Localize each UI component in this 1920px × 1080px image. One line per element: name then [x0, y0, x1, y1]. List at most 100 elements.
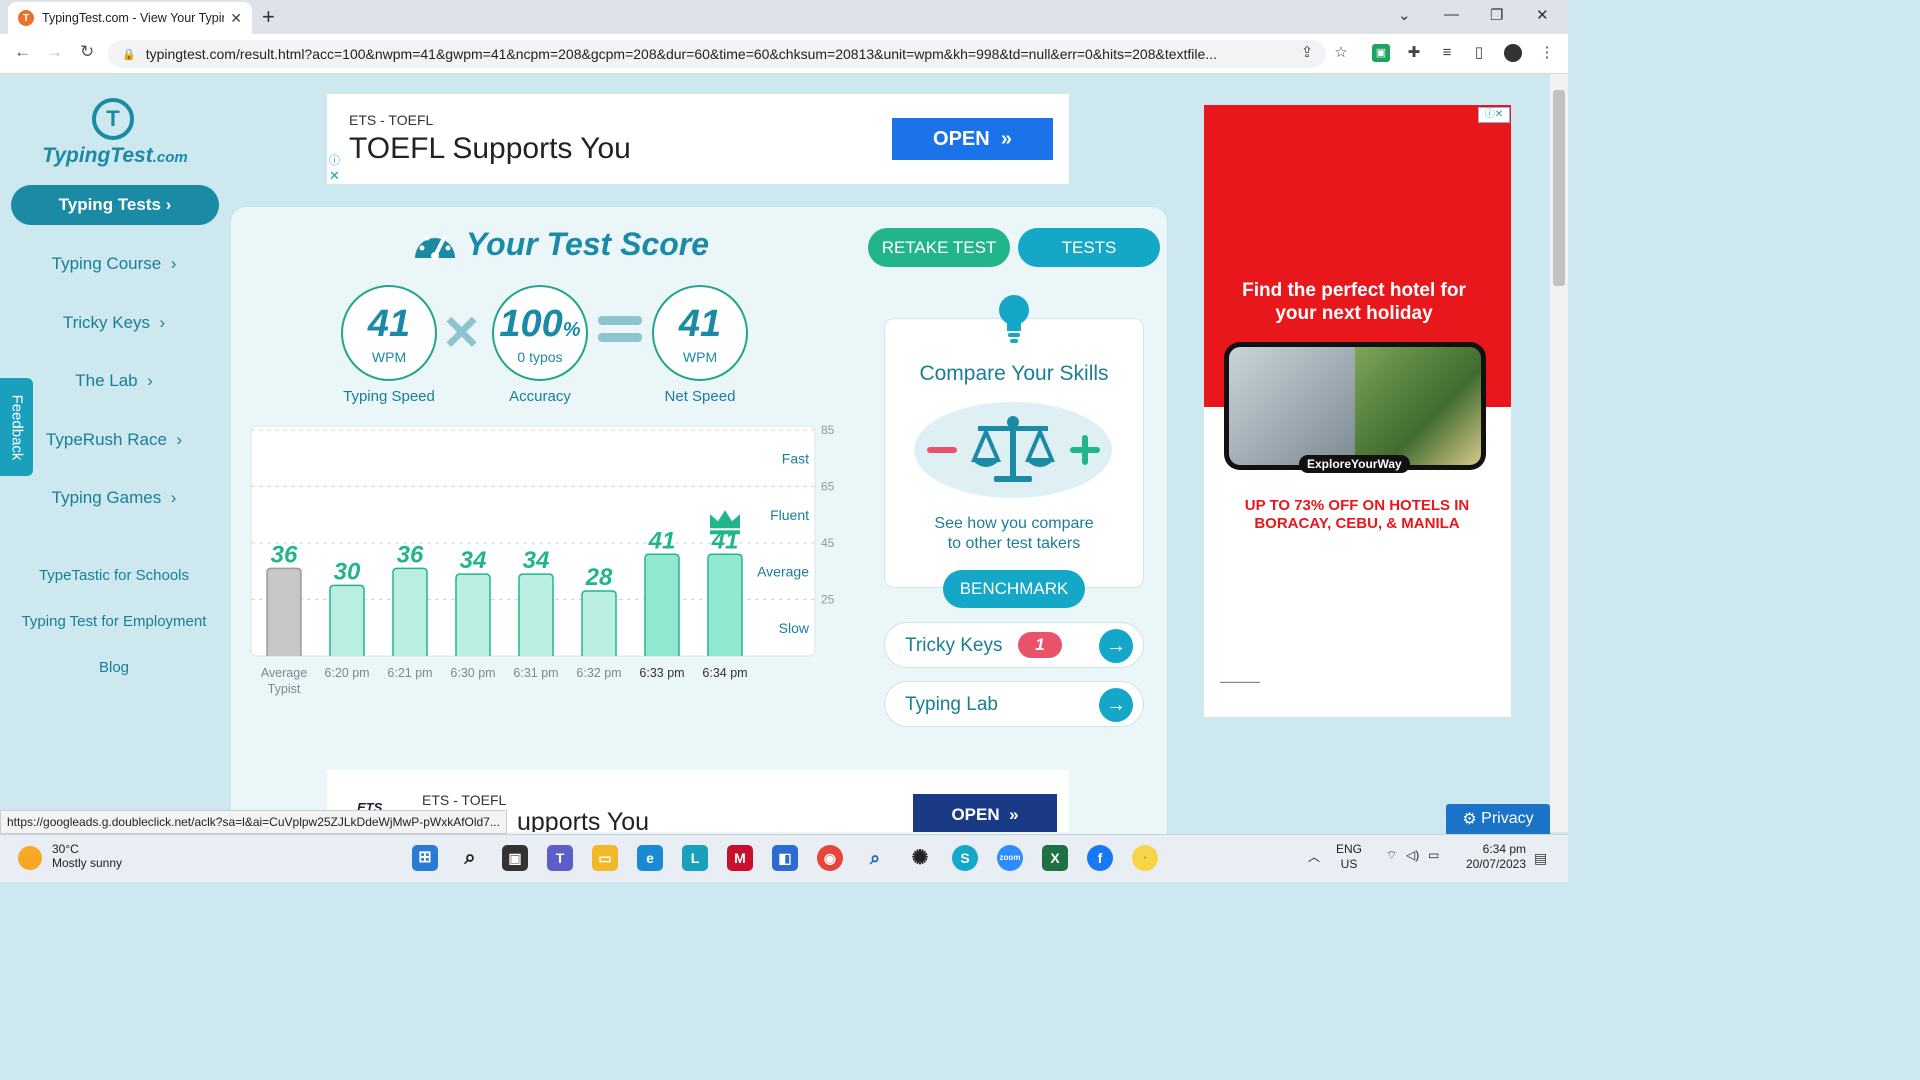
- tab-search-icon[interactable]: ⌄: [1398, 6, 1411, 24]
- menu-icon[interactable]: ⋮: [1538, 44, 1556, 62]
- chrome-icon[interactable]: ◉: [817, 845, 843, 871]
- wifi-icon[interactable]: ⌔: [1386, 848, 1397, 863]
- chart-data-label: 41: [648, 527, 676, 554]
- ad-close-icon[interactable]: ✕: [329, 168, 340, 184]
- sidebar-item-typerush-race[interactable]: TypeRush Race ›: [0, 430, 228, 450]
- chevron-right-icon: ›: [170, 254, 177, 273]
- zoom-search-icon[interactable]: ⌕: [862, 845, 888, 871]
- mcafee-icon[interactable]: M: [727, 845, 753, 871]
- clock[interactable]: 6:34 pm 20/07/2023: [1456, 842, 1526, 872]
- side-panel-icon[interactable]: ▯: [1470, 44, 1488, 62]
- link-blog[interactable]: Blog: [0, 659, 228, 676]
- logo-icon[interactable]: T: [92, 98, 134, 140]
- ad-photo-resort: [1355, 347, 1481, 465]
- typing-lab-link[interactable]: Typing Lab →: [884, 681, 1144, 727]
- link-typetastic-schools[interactable]: TypeTastic for Schools: [0, 567, 228, 584]
- facebook-icon[interactable]: f: [1087, 845, 1113, 871]
- ad-open-button[interactable]: OPEN »: [892, 118, 1053, 160]
- browser-tab[interactable]: T TypingTest.com - View Your Typin ✕: [8, 2, 252, 34]
- battery-icon[interactable]: ▭: [1428, 848, 1439, 862]
- maximize-button[interactable]: ❐: [1490, 6, 1503, 24]
- chart-bar: [644, 553, 680, 656]
- chart-band-label: Average: [757, 563, 809, 579]
- lock-icon: 🔒: [122, 48, 136, 61]
- new-tab-button[interactable]: +: [262, 4, 275, 30]
- close-window-button[interactable]: ✕: [1536, 6, 1549, 24]
- chart-data-label: 36: [397, 541, 424, 568]
- chart-data-label: 28: [585, 564, 613, 591]
- ad-info-icon[interactable]: ⓘ: [329, 152, 340, 168]
- chart-x-tick-label: 6:34 pm: [702, 666, 747, 680]
- link-typing-test-employment[interactable]: Typing Test for Employment: [0, 613, 228, 630]
- retake-test-button[interactable]: RETAKE TEST: [868, 228, 1010, 267]
- file-explorer-icon[interactable]: ▭: [592, 845, 618, 871]
- feedback-tab[interactable]: Feedback: [0, 378, 33, 476]
- app-yellow-icon[interactable]: ◦: [1132, 845, 1158, 871]
- brand-name[interactable]: TypingTest.com: [20, 144, 210, 168]
- language-code: ENG: [1336, 842, 1363, 856]
- ad-headline: Find the perfect hotel for your next hol…: [1242, 280, 1466, 324]
- chatgpt-icon[interactable]: ✺: [907, 845, 933, 871]
- ad-banner-top[interactable]: ETS - TOEFL TOEFL Supports You OPEN » ⓘ …: [327, 94, 1069, 184]
- ad-banner-right[interactable]: Find the perfect hotel for your next hol…: [1204, 105, 1511, 717]
- chart-x-tick-label: 6:21 pm: [387, 666, 432, 680]
- results-bar-chart: 85 65 45 25 Fast Fluent Average Slow 36 Average Ty…: [250, 423, 835, 696]
- sidebar-item-typing-tests[interactable]: Typing Tests ›: [11, 185, 219, 225]
- region-code: US: [1340, 857, 1358, 871]
- extension-icon[interactable]: ▣: [1372, 44, 1390, 62]
- address-bar[interactable]: 🔒 typingtest.com/result.html?acc=100&nwp…: [108, 40, 1326, 68]
- benchmark-button[interactable]: BENCHMARK: [943, 570, 1085, 608]
- share-icon[interactable]: ⇪: [1298, 44, 1316, 62]
- search-icon[interactable]: ⌕: [457, 845, 483, 871]
- sidebar-item-the-lab[interactable]: The Lab ›: [0, 371, 228, 391]
- app-l-icon[interactable]: L: [682, 845, 708, 871]
- ad-choices-icon[interactable]: ⓘ✕: [1478, 107, 1510, 123]
- tricky-keys-label: Tricky Keys: [905, 635, 1003, 656]
- lightbulb-icon: [999, 295, 1029, 343]
- teams-icon[interactable]: T: [547, 845, 573, 871]
- double-chevron-icon: »: [1000, 127, 1012, 150]
- windows-start-icon[interactable]: ⊞: [412, 845, 438, 871]
- chevron-right-icon: ›: [147, 371, 153, 390]
- notifications-icon[interactable]: ▤: [1534, 850, 1547, 867]
- ad-headline[interactable]: TOEFL Supports You: [349, 132, 631, 166]
- edge-icon[interactable]: e: [637, 845, 663, 871]
- minimize-button[interactable]: —: [1444, 6, 1459, 23]
- ad-tag: ExploreYourWay: [1299, 455, 1410, 473]
- zoom-icon[interactable]: zoom: [997, 845, 1023, 871]
- chart-data-label: 36: [271, 541, 298, 568]
- sidebar-item-typing-games[interactable]: Typing Games ›: [0, 488, 228, 508]
- bookmark-star-icon[interactable]: ☆: [1332, 44, 1350, 62]
- task-view-icon[interactable]: ▣: [502, 845, 528, 871]
- tricky-keys-link[interactable]: Tricky Keys →: [884, 622, 1144, 668]
- store-icon[interactable]: ◧: [772, 845, 798, 871]
- ad-headline[interactable]: upports You: [517, 808, 649, 832]
- volume-icon[interactable]: ◁): [1406, 848, 1419, 862]
- tests-button[interactable]: TESTS: [1018, 228, 1160, 267]
- reload-icon[interactable]: ↻: [80, 42, 94, 62]
- speedometer-icon: [415, 235, 455, 260]
- close-tab-icon[interactable]: ✕: [230, 10, 242, 27]
- forward-icon[interactable]: →: [46, 42, 63, 62]
- profile-avatar[interactable]: [1504, 44, 1522, 62]
- chart-x-tick-label: Typist: [268, 682, 301, 696]
- feedback-label: Feedback: [8, 394, 25, 460]
- chevron-right-icon: ›: [176, 430, 183, 449]
- back-icon[interactable]: ←: [14, 42, 31, 62]
- sidebar-item-tricky-keys[interactable]: Tricky Keys ›: [0, 313, 228, 333]
- ad-photo-city: [1229, 347, 1355, 465]
- chevron-up-icon[interactable]: ︿: [1308, 848, 1320, 865]
- extensions-puzzle-icon[interactable]: ✚: [1405, 44, 1423, 62]
- media-icon[interactable]: ≡: [1438, 44, 1456, 62]
- arrow-right-icon[interactable]: →: [1099, 688, 1133, 722]
- arrow-right-icon[interactable]: →: [1099, 629, 1133, 663]
- chart-data-label: 34: [460, 547, 487, 574]
- privacy-button[interactable]: ⚙ Privacy: [1446, 804, 1550, 834]
- sidebar-item-typing-course[interactable]: Typing Course ›: [0, 254, 228, 274]
- accuracy-label: Accuracy: [509, 388, 571, 405]
- excel-icon[interactable]: X: [1042, 845, 1068, 871]
- scrollbar-thumb[interactable]: [1553, 90, 1565, 286]
- ad-open-button[interactable]: OPEN »: [913, 794, 1057, 832]
- skype-icon[interactable]: S: [952, 845, 978, 871]
- ad-fine-print: ▬▬▬▬▬▬▬▬▬▬: [1220, 679, 1260, 684]
